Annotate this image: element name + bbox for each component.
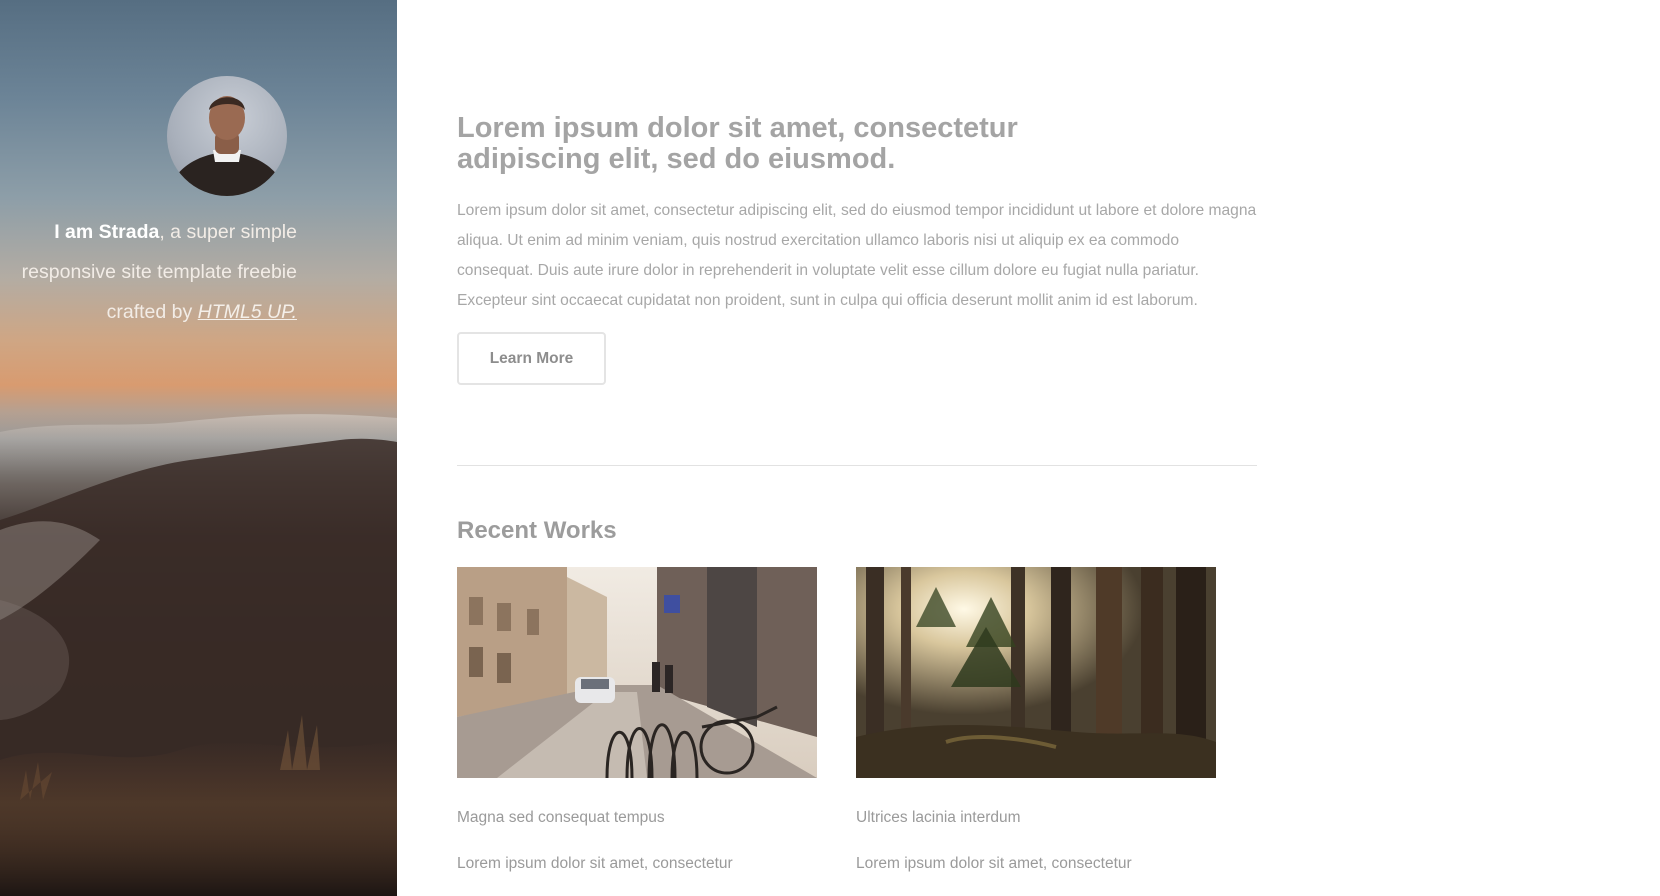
intro-name: I am Strada [54,221,160,243]
sidebar-header: I am Strada, a super simple responsive s… [0,0,397,896]
work-thumbnail-street[interactable] [457,567,817,778]
work-thumbnail-forest[interactable] [856,567,1216,778]
recent-works-title: Recent Works [457,517,617,544]
work-description: Lorem ipsum dolor sit amet, consectetur [457,855,733,872]
page-headline: Lorem ipsum dolor sit amet, consectetur … [457,112,1018,175]
work-item: Ultrices lacinia interdum Lorem ipsum do… [856,567,1216,872]
intro-line-2: responsive site template freebie [21,261,297,283]
intro-text-part: , a super simple [159,221,297,243]
html5up-link[interactable]: HTML5 UP. [198,301,297,323]
work-caption: Ultrices lacinia interdum [856,809,1021,826]
work-item: Magna sed consequat tempus Lorem ipsum d… [457,567,817,872]
intro-text: I am Strada, a super simple responsive s… [0,212,297,332]
work-description: Lorem ipsum dolor sit amet, consectetur [856,855,1132,872]
forest-photo-image [856,567,1216,778]
learn-more-button[interactable]: Learn More [457,332,606,385]
street-photo-image [457,567,817,778]
intro-paragraph: Lorem ipsum dolor sit amet, consectetur … [457,202,1257,309]
section-divider [457,465,1257,466]
intro-credit-prefix: crafted by [106,301,198,323]
work-caption: Magna sed consequat tempus [457,809,665,826]
person-portrait-icon [167,96,287,196]
avatar [167,76,287,196]
